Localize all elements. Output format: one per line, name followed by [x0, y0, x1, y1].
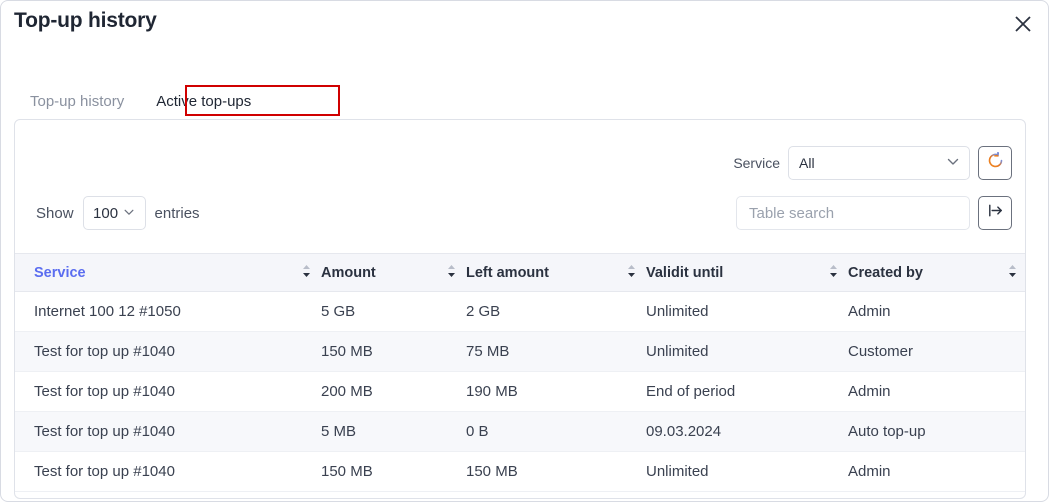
tab-label: Top-up history	[30, 92, 125, 110]
search-input[interactable]	[736, 196, 970, 230]
active-top-ups-card: Service All Show 100 entries Table searc…	[14, 119, 1026, 499]
table-row[interactable]: Internet 100 12 #1050 5 GB 2 GB Unlimite…	[15, 291, 1025, 332]
cell-service: Test for top up #1040	[15, 451, 321, 492]
column-header-created-by[interactable]: Created by	[848, 253, 1025, 292]
cell-amount: 150 MB	[321, 451, 466, 492]
cell-valid-until: Unlimited	[646, 291, 848, 332]
column-label: Amount	[321, 264, 376, 281]
table-row[interactable]: Test for top up #1040 200 MB 190 MB End …	[15, 371, 1025, 412]
tab-active-top-ups[interactable]: Active top-ups	[140, 83, 268, 119]
close-button[interactable]	[1006, 7, 1040, 41]
cell-service: Test for top up #1040	[15, 371, 321, 412]
chevron-down-icon	[946, 155, 960, 172]
table-toolbar: Service All Show 100 entries Table searc…	[15, 120, 1025, 253]
sort-icon	[627, 264, 636, 282]
arrow-right-bar-icon	[986, 201, 1005, 225]
cell-created-by: Customer	[848, 331, 1025, 372]
active-top-ups-table: Service Amount Left amount Validit until…	[15, 253, 1025, 492]
cell-left-amount: 190 MB	[466, 371, 646, 412]
cell-service: Test for top up #1040	[15, 331, 321, 372]
table-row[interactable]: Test for top up #1040 150 MB 75 MB Unlim…	[15, 331, 1025, 372]
show-entries-group: Show 100 entries	[36, 196, 200, 230]
tab-top-up-history[interactable]: Top-up history	[14, 83, 140, 119]
column-label: Validit until	[646, 264, 724, 281]
cell-service: Test for top up #1040	[15, 411, 321, 452]
cell-left-amount: 2 GB	[466, 291, 646, 332]
page-title: Top-up history	[14, 9, 157, 32]
cell-left-amount: 150 MB	[466, 451, 646, 492]
cell-left-amount: 75 MB	[466, 331, 646, 372]
cell-created-by: Auto top-up	[848, 411, 1025, 452]
service-filter-value: All	[799, 155, 815, 171]
search-submit-button[interactable]	[978, 196, 1012, 230]
tab-label: Active top-ups	[156, 92, 252, 110]
column-header-service[interactable]: Service	[15, 253, 321, 292]
cell-valid-until: Unlimited	[646, 331, 848, 372]
top-up-history-dialog: Top-up history Top-up history Active top…	[0, 0, 1049, 502]
entries-label: entries	[154, 204, 200, 222]
refresh-icon	[986, 151, 1005, 175]
sort-icon	[447, 264, 456, 282]
sort-icon	[302, 264, 311, 282]
column-header-valid-until[interactable]: Validit until	[646, 253, 848, 292]
cell-valid-until: 09.03.2024	[646, 411, 848, 452]
cell-created-by: Admin	[848, 371, 1025, 412]
table-search-group	[736, 196, 1012, 230]
cell-created-by: Admin	[848, 451, 1025, 492]
refresh-button[interactable]	[978, 146, 1012, 180]
sort-icon	[829, 264, 838, 282]
column-label: Left amount	[466, 264, 549, 281]
cell-service: Internet 100 12 #1050	[15, 291, 321, 332]
column-header-amount[interactable]: Amount	[321, 253, 466, 292]
column-label: Service	[34, 264, 86, 281]
column-label: Created by	[848, 264, 923, 281]
cell-amount: 5 MB	[321, 411, 466, 452]
cell-created-by: Admin	[848, 291, 1025, 332]
close-icon	[1013, 14, 1033, 34]
service-filter-label: Service	[733, 155, 780, 171]
table-header: Service Amount Left amount Validit until…	[15, 253, 1025, 292]
show-label: Show	[36, 204, 74, 222]
tab-bar: Top-up history Active top-ups	[14, 83, 268, 119]
cell-left-amount: 0 B	[466, 411, 646, 452]
table-row[interactable]: Test for top up #1040 150 MB 150 MB Unli…	[15, 451, 1025, 492]
table-header-row: Service Amount Left amount Validit until…	[15, 253, 1025, 292]
service-filter-select[interactable]: All	[788, 146, 970, 180]
sort-icon	[1008, 264, 1017, 282]
table-body: Internet 100 12 #1050 5 GB 2 GB Unlimite…	[15, 291, 1025, 492]
chevron-down-icon	[123, 205, 135, 222]
cell-amount: 200 MB	[321, 371, 466, 412]
cell-valid-until: End of period	[646, 371, 848, 412]
cell-amount: 5 GB	[321, 291, 466, 332]
table-row[interactable]: Test for top up #1040 5 MB 0 B 09.03.202…	[15, 411, 1025, 452]
dialog-header: Top-up history	[1, 1, 1048, 49]
cell-valid-until: Unlimited	[646, 451, 848, 492]
column-header-left-amount[interactable]: Left amount	[466, 253, 646, 292]
cell-amount: 150 MB	[321, 331, 466, 372]
entries-value: 100	[93, 204, 119, 222]
entries-per-page-select[interactable]: 100	[82, 196, 146, 230]
service-filter-group: Service All	[733, 146, 1012, 180]
